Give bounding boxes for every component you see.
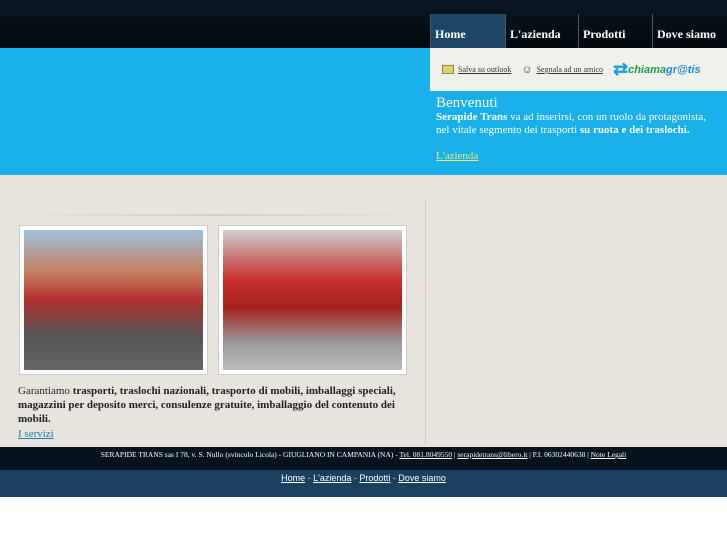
footer-email[interactable]: serapidetrans@libero.it	[457, 450, 527, 459]
nav-home[interactable]: Home	[430, 14, 505, 48]
welcome-section: Benvenuti Serapide Trans va ad inserirsi…	[436, 95, 722, 163]
footer-tel[interactable]: Tel. 081.8049550	[400, 450, 453, 459]
outlook-icon	[442, 65, 454, 74]
desc-lead: Garantiamo	[18, 385, 73, 397]
sep: -	[305, 473, 314, 483]
footer-piva: | P.I. 06302440638 |	[527, 450, 591, 459]
tell-friend-link[interactable]: Segnala ad un amico	[537, 65, 603, 74]
welcome-text: Serapide Trans va ad inserirsi, con un r…	[436, 111, 722, 137]
azienda-link[interactable]: L'azienda	[436, 150, 722, 163]
crane-photo	[218, 225, 407, 375]
main-nav: Home L'azienda Prodotti Dove siamo	[430, 14, 727, 48]
footer-info: SERAPIDE TRANS sas I 78, v. S. Nullo (sv…	[0, 447, 727, 470]
arrows-icon: ⇄	[613, 59, 629, 79]
brand-name: Serapide Trans	[436, 111, 508, 123]
truck-photo	[19, 225, 208, 375]
footer-legal[interactable]: Note Legali	[591, 450, 627, 459]
friend-icon: ☺	[521, 63, 533, 76]
tools-bar: Salva su outlook ☺ Segnala ad un amico ⇄…	[430, 48, 727, 91]
chiamagratis-logo[interactable]: ⇄ chiama gr@tis	[613, 59, 701, 80]
nav-azienda[interactable]: L'azienda	[505, 14, 578, 48]
nav-dove-siamo[interactable]: Dove siamo	[652, 14, 727, 48]
footer-home[interactable]: Home	[281, 473, 305, 483]
welcome-bold: su ruota e dei traslochi.	[579, 124, 690, 136]
nav-prodotti[interactable]: Prodotti	[578, 14, 652, 48]
separator	[18, 214, 418, 216]
services-link[interactable]: I servizi	[18, 427, 398, 441]
footer-nav: Home - L'azienda - Prodotti - Dove siamo	[0, 470, 727, 497]
footer-azienda[interactable]: L'azienda	[313, 473, 351, 483]
desc-services: trasporti, traslochi nazionali, trasport…	[18, 385, 396, 425]
welcome-title: Benvenuti	[436, 95, 498, 111]
footer-dove-siamo[interactable]: Dove siamo	[398, 473, 446, 483]
column-divider	[425, 200, 426, 445]
footer-address: SERAPIDE TRANS sas I 78, v. S. Nullo (sv…	[100, 450, 400, 459]
save-outlook-link[interactable]: Salva su outlook	[458, 65, 511, 74]
footer-prodotti[interactable]: Prodotti	[359, 473, 390, 483]
services-description: Garantiamo trasporti, traslochi nazional…	[18, 384, 398, 441]
